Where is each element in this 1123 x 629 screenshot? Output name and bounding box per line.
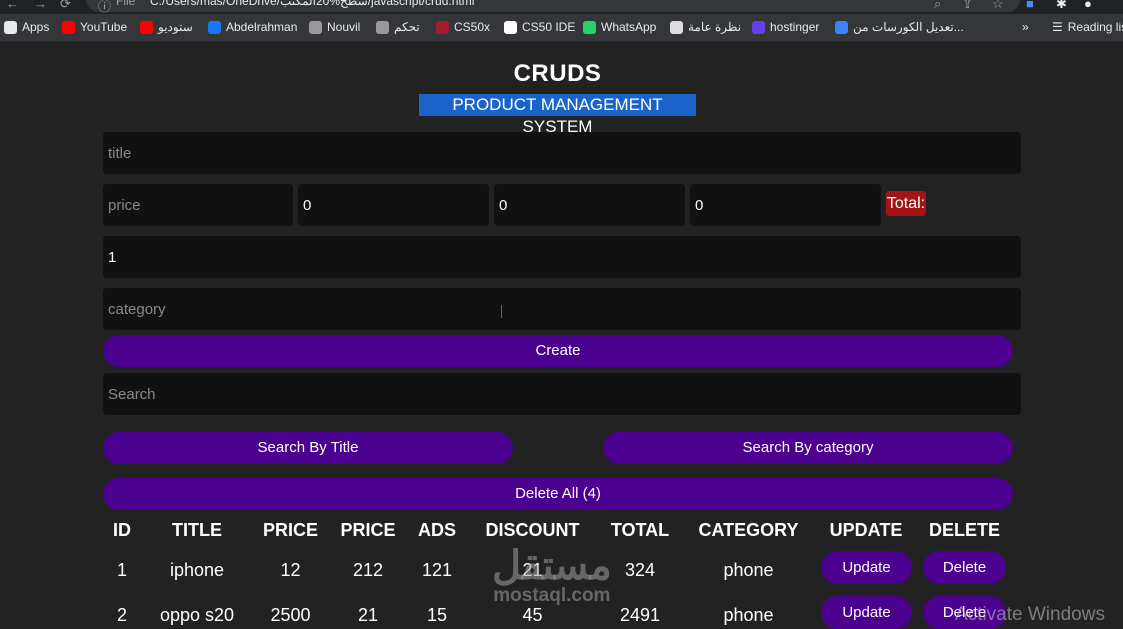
search-by-category-button[interactable]: Search By category <box>603 432 1013 464</box>
bookmark-item[interactable]: YouTube <box>62 20 127 34</box>
title-input[interactable] <box>103 132 1021 174</box>
header-delete: DELETE <box>928 520 1000 540</box>
whatsapp-icon <box>583 20 596 34</box>
header-price: PRICE <box>262 520 318 540</box>
facebook-icon <box>208 20 221 34</box>
url-scheme: File <box>116 0 136 8</box>
browser-titlebar: ← → ⟳ ⓘ File C:/Users/mas/OneDrive/سطح%2… <box>0 0 1123 14</box>
cell-title: iphone <box>169 560 225 580</box>
update-button[interactable]: Update <box>821 596 912 629</box>
site-icon <box>835 20 848 34</box>
ads-input[interactable] <box>494 184 685 226</box>
header-update: UPDATE <box>829 520 903 540</box>
apps-grid-icon <box>4 20 17 34</box>
back-icon[interactable]: ← <box>6 0 19 11</box>
page-title: CRUDS <box>513 60 602 87</box>
car-icon <box>670 20 683 34</box>
bookmark-label: Abdelrahman <box>226 20 298 34</box>
bookmark-item[interactable]: hostinger <box>752 20 819 34</box>
bookmark-item[interactable]: Apps <box>4 20 49 34</box>
cell-category: phone <box>723 560 774 580</box>
bookmark-label: ستوديو <box>158 20 193 34</box>
reading-list-button[interactable]: ☰ Reading list <box>1052 20 1123 34</box>
delete-button[interactable]: Delete <box>923 551 1006 584</box>
site-icon <box>376 20 389 34</box>
bookmark-label: Apps <box>22 20 50 34</box>
bookmark-item[interactable]: ستوديو <box>140 20 193 34</box>
bookmark-label: CS50x <box>454 20 491 34</box>
bookmark-item[interactable]: CS50x <box>436 20 490 34</box>
hostinger-icon <box>752 20 765 34</box>
create-button[interactable]: Create <box>103 335 1013 367</box>
header-discount: DISCOUNT <box>485 520 580 540</box>
zoom-search-icon[interactable]: ⌕ <box>934 0 941 12</box>
bookmark-label: WhatsApp <box>601 20 657 34</box>
bookmark-item[interactable]: CS50 IDE <box>504 20 575 34</box>
watermark-arabic: مستقل <box>492 544 612 588</box>
category-input[interactable] <box>103 288 1021 330</box>
header-title: TITLE <box>172 520 222 540</box>
cell-total: 324 <box>624 560 656 580</box>
bookmark-item[interactable]: WhatsApp <box>583 20 656 34</box>
url-text[interactable]: C:/Users/mas/OneDrive/سطح%20المكتب/javas… <box>150 0 474 8</box>
header-category: CATEGORY <box>698 520 799 540</box>
extension-icon[interactable]: ■ <box>1026 0 1034 11</box>
bookmark-item[interactable]: تعديل الكورسات من... <box>835 20 964 34</box>
bookmark-item[interactable]: Nouvil <box>309 20 360 34</box>
search-input[interactable] <box>103 373 1021 415</box>
cs50-icon <box>436 20 449 34</box>
bookmark-label: نظرة عامة <box>688 20 742 34</box>
page-content: CRUDS PRODUCT MANAGEMENT SYSTEM Total: C… <box>0 42 1123 629</box>
bookmark-label: تعديل الكورسات من... <box>853 20 964 34</box>
price-input[interactable] <box>103 184 293 226</box>
search-by-title-button[interactable]: Search By Title <box>103 432 513 464</box>
count-input[interactable] <box>103 236 1021 278</box>
total-display: Total: <box>886 191 926 216</box>
cell-ads: 121 <box>421 560 453 580</box>
mostaql-watermark: مستقل mostaql.com <box>492 546 612 606</box>
cell-price: 12 <box>280 560 301 580</box>
share-icon[interactable]: ⇪ <box>962 0 973 12</box>
reload-icon[interactable]: ⟳ <box>60 0 71 12</box>
forward-icon[interactable]: → <box>34 0 47 11</box>
bookmark-label: تحكم <box>394 20 420 34</box>
reading-list-label: Reading list <box>1067 20 1123 34</box>
watermark-url: mostaql.com <box>493 585 611 606</box>
header-id: ID <box>113 520 131 540</box>
header-total: TOTAL <box>610 520 670 540</box>
bookmark-label: hostinger <box>770 20 820 34</box>
taxes-input[interactable] <box>298 184 489 226</box>
cs50-ide-icon <box>504 20 517 34</box>
profile-icon[interactable]: ● <box>1084 0 1092 11</box>
discount-input[interactable] <box>690 184 881 226</box>
bookmarks-bar: Apps YouTube ستوديو Abdelrahman Nouvil تحكم CS… <box>0 14 1123 42</box>
bookmark-star-icon[interactable]: ☆ <box>992 0 1004 12</box>
cell-id: 1 <box>116 560 127 580</box>
site-icon <box>309 20 322 34</box>
page-subtitle: PRODUCT MANAGEMENT SYSTEM <box>419 94 696 136</box>
delete-all-button[interactable]: Delete All (4) <box>103 478 1013 510</box>
text-cursor <box>501 305 502 318</box>
update-button[interactable]: Update <box>821 551 912 584</box>
bookmark-label: YouTube <box>80 20 128 34</box>
bookmark-item[interactable]: تحكم <box>376 20 420 34</box>
cell-taxes: 212 <box>352 560 384 580</box>
youtube-icon <box>62 20 75 34</box>
bookmarks-overflow-button[interactable]: » <box>1022 20 1029 34</box>
bookmark-item[interactable]: نظرة عامة <box>670 20 741 34</box>
info-icon[interactable]: ⓘ <box>98 0 111 15</box>
bookmark-label: Nouvil <box>327 20 361 34</box>
bookmark-item[interactable]: Abdelrahman <box>208 20 297 34</box>
puzzle-icon[interactable]: ✱ <box>1056 0 1067 12</box>
youtube-icon <box>140 20 153 34</box>
bookmark-label: CS50 IDE <box>522 20 576 34</box>
header-taxes: PRICE <box>340 520 396 540</box>
reading-list-icon: ☰ <box>1052 20 1063 34</box>
header-ads: ADS <box>417 520 456 540</box>
